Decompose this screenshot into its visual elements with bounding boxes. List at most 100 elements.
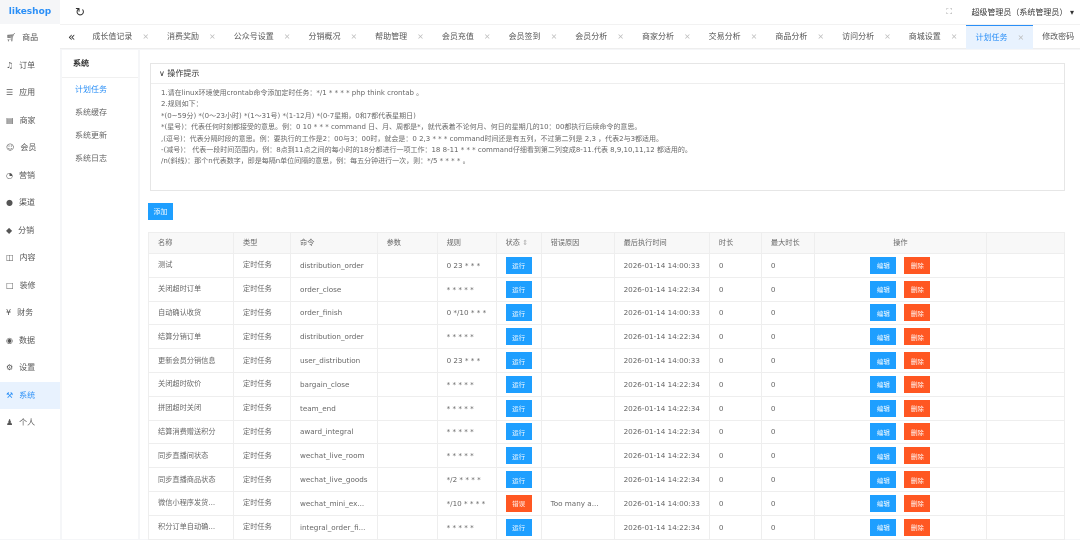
sidebar-item-11[interactable]: ◉ 数据	[0, 327, 60, 355]
close-icon[interactable]: ×	[551, 32, 558, 41]
close-icon[interactable]: ×	[1017, 33, 1024, 42]
user-menu[interactable]: 超级管理员（系统管理员） ▾	[971, 7, 1074, 18]
delete-button[interactable]: 删除	[904, 328, 931, 346]
tab-1[interactable]: 消费奖励 ×	[158, 25, 225, 49]
close-icon[interactable]: ×	[951, 32, 958, 41]
delete-button[interactable]: 删除	[904, 471, 931, 489]
sidebar-item-10[interactable]: ¥ 财务	[0, 299, 60, 327]
tab-11[interactable]: 访问分析 ×	[833, 25, 900, 49]
sidebar-item-5[interactable]: ◔ 营销	[0, 162, 60, 190]
sidebar-item-0[interactable]: 🛒︎ 商品	[0, 24, 60, 52]
column-header: 操作	[813, 232, 987, 254]
close-icon[interactable]: ×	[142, 32, 149, 41]
delete-button[interactable]: 删除	[904, 518, 931, 536]
tab-12[interactable]: 商城设置 ×	[900, 25, 967, 49]
sidebar-item-9[interactable]: □ 装修	[0, 272, 60, 300]
cell-params	[376, 324, 438, 350]
cell-actions: 编辑 删除	[813, 467, 987, 492]
edit-button[interactable]: 编辑	[870, 423, 897, 441]
submenu-item-2[interactable]: 系统更新	[62, 124, 138, 147]
sidebar-item-13[interactable]: ⚒ 系统	[0, 381, 60, 409]
status-badge[interactable]: 运行	[505, 447, 532, 465]
tab-13[interactable]: 计划任务 ×	[966, 24, 1034, 49]
status-badge[interactable]: 运行	[505, 423, 532, 441]
delete-button[interactable]: 删除	[904, 423, 931, 441]
logo[interactable]: likeshop	[0, 0, 60, 24]
sidebar-item-3[interactable]: ▤ 商家	[0, 107, 60, 135]
cell-blank	[985, 467, 1066, 492]
submenu-item-3[interactable]: 系统日志	[62, 147, 138, 170]
fullscreen-icon[interactable]: ⛶	[946, 7, 952, 17]
close-icon[interactable]: ×	[417, 32, 424, 41]
submenu-item-1[interactable]: 系统缓存	[62, 101, 138, 124]
close-icon[interactable]: ×	[751, 32, 758, 41]
status-badge[interactable]: 运行	[505, 280, 532, 298]
sidebar-item-12[interactable]: ⚙ 设置	[0, 354, 60, 382]
close-icon[interactable]: ×	[817, 32, 824, 41]
edit-button[interactable]: 编辑	[870, 280, 897, 298]
status-badge[interactable]: 运行	[505, 399, 532, 417]
tab-6[interactable]: 会员签到 ×	[500, 25, 567, 49]
edit-button[interactable]: 编辑	[870, 375, 897, 393]
edit-button[interactable]: 编辑	[870, 518, 897, 536]
status-badge[interactable]: 运行	[505, 518, 532, 536]
tab-8[interactable]: 商家分析 ×	[633, 25, 700, 49]
tab-0[interactable]: 成长值记录 ×	[83, 25, 158, 49]
tabs-prev-icon[interactable]: «	[60, 30, 83, 44]
tab-7[interactable]: 会员分析 ×	[566, 25, 633, 49]
tab-9[interactable]: 交易分析 ×	[700, 25, 767, 49]
status-badge[interactable]: 运行	[505, 352, 532, 370]
sidebar-item-14[interactable]: ♟ 个人	[0, 409, 60, 437]
edit-button[interactable]: 编辑	[870, 494, 897, 512]
sidebar-item-8[interactable]: ◫ 内容	[0, 244, 60, 272]
edit-button[interactable]: 编辑	[870, 256, 897, 274]
tips-toggle[interactable]: ∨ 操作提示	[151, 64, 1064, 84]
tab-5[interactable]: 会员充值 ×	[433, 25, 500, 49]
status-badge[interactable]: 错误	[505, 494, 532, 512]
edit-button[interactable]: 编辑	[870, 471, 897, 489]
edit-button[interactable]: 编辑	[870, 328, 897, 346]
status-badge[interactable]: 运行	[505, 328, 532, 346]
edit-button[interactable]: 编辑	[870, 304, 897, 322]
close-icon[interactable]: ×	[684, 32, 691, 41]
tab-4[interactable]: 帮助管理 ×	[366, 25, 433, 49]
delete-button[interactable]: 删除	[904, 256, 931, 274]
sidebar-item-6[interactable]: ● 渠道	[0, 189, 60, 217]
status-badge[interactable]: 运行	[505, 471, 532, 489]
delete-button[interactable]: 删除	[904, 447, 931, 465]
status-badge[interactable]: 运行	[505, 375, 532, 393]
edit-button[interactable]: 编辑	[870, 399, 897, 417]
cell-status: 错误	[495, 490, 542, 516]
cell-max: 0	[760, 490, 815, 516]
close-icon[interactable]: ×	[884, 32, 891, 41]
cell-actions: 编辑 删除	[813, 324, 987, 350]
tab-14[interactable]: 修改密码	[1033, 25, 1080, 49]
add-button[interactable]: 添加	[148, 203, 173, 220]
sidebar-item-4[interactable]: ☺ 会员	[0, 134, 60, 162]
refresh-icon[interactable]: ↻	[75, 5, 85, 19]
status-badge[interactable]: 运行	[505, 256, 532, 274]
edit-button[interactable]: 编辑	[870, 447, 897, 465]
cell-actions: 编辑 删除	[813, 419, 987, 445]
delete-button[interactable]: 删除	[904, 375, 931, 393]
delete-button[interactable]: 删除	[904, 494, 931, 512]
delete-button[interactable]: 删除	[904, 399, 931, 417]
submenu-item-0[interactable]: 计划任务	[62, 78, 138, 101]
close-icon[interactable]: ×	[284, 32, 291, 41]
delete-button[interactable]: 删除	[904, 352, 931, 370]
tab-2[interactable]: 公众号设置 ×	[225, 25, 300, 49]
close-icon[interactable]: ×	[484, 32, 491, 41]
status-badge[interactable]: 运行	[505, 304, 532, 322]
edit-button[interactable]: 编辑	[870, 352, 897, 370]
close-icon[interactable]: ×	[350, 32, 357, 41]
delete-button[interactable]: 删除	[904, 280, 931, 298]
close-icon[interactable]: ×	[209, 32, 216, 41]
sidebar-item-2[interactable]: ☰ 应用	[0, 79, 60, 107]
delete-button[interactable]: 删除	[904, 304, 931, 322]
tab-3[interactable]: 分销概况 ×	[299, 25, 366, 49]
sort-icon[interactable]: ⇕	[520, 238, 528, 247]
sidebar-item-7[interactable]: ◆ 分销	[0, 217, 60, 245]
tab-10[interactable]: 商品分析 ×	[766, 25, 833, 49]
sidebar-item-1[interactable]: ♫ 订单	[0, 52, 60, 80]
close-icon[interactable]: ×	[617, 32, 624, 41]
